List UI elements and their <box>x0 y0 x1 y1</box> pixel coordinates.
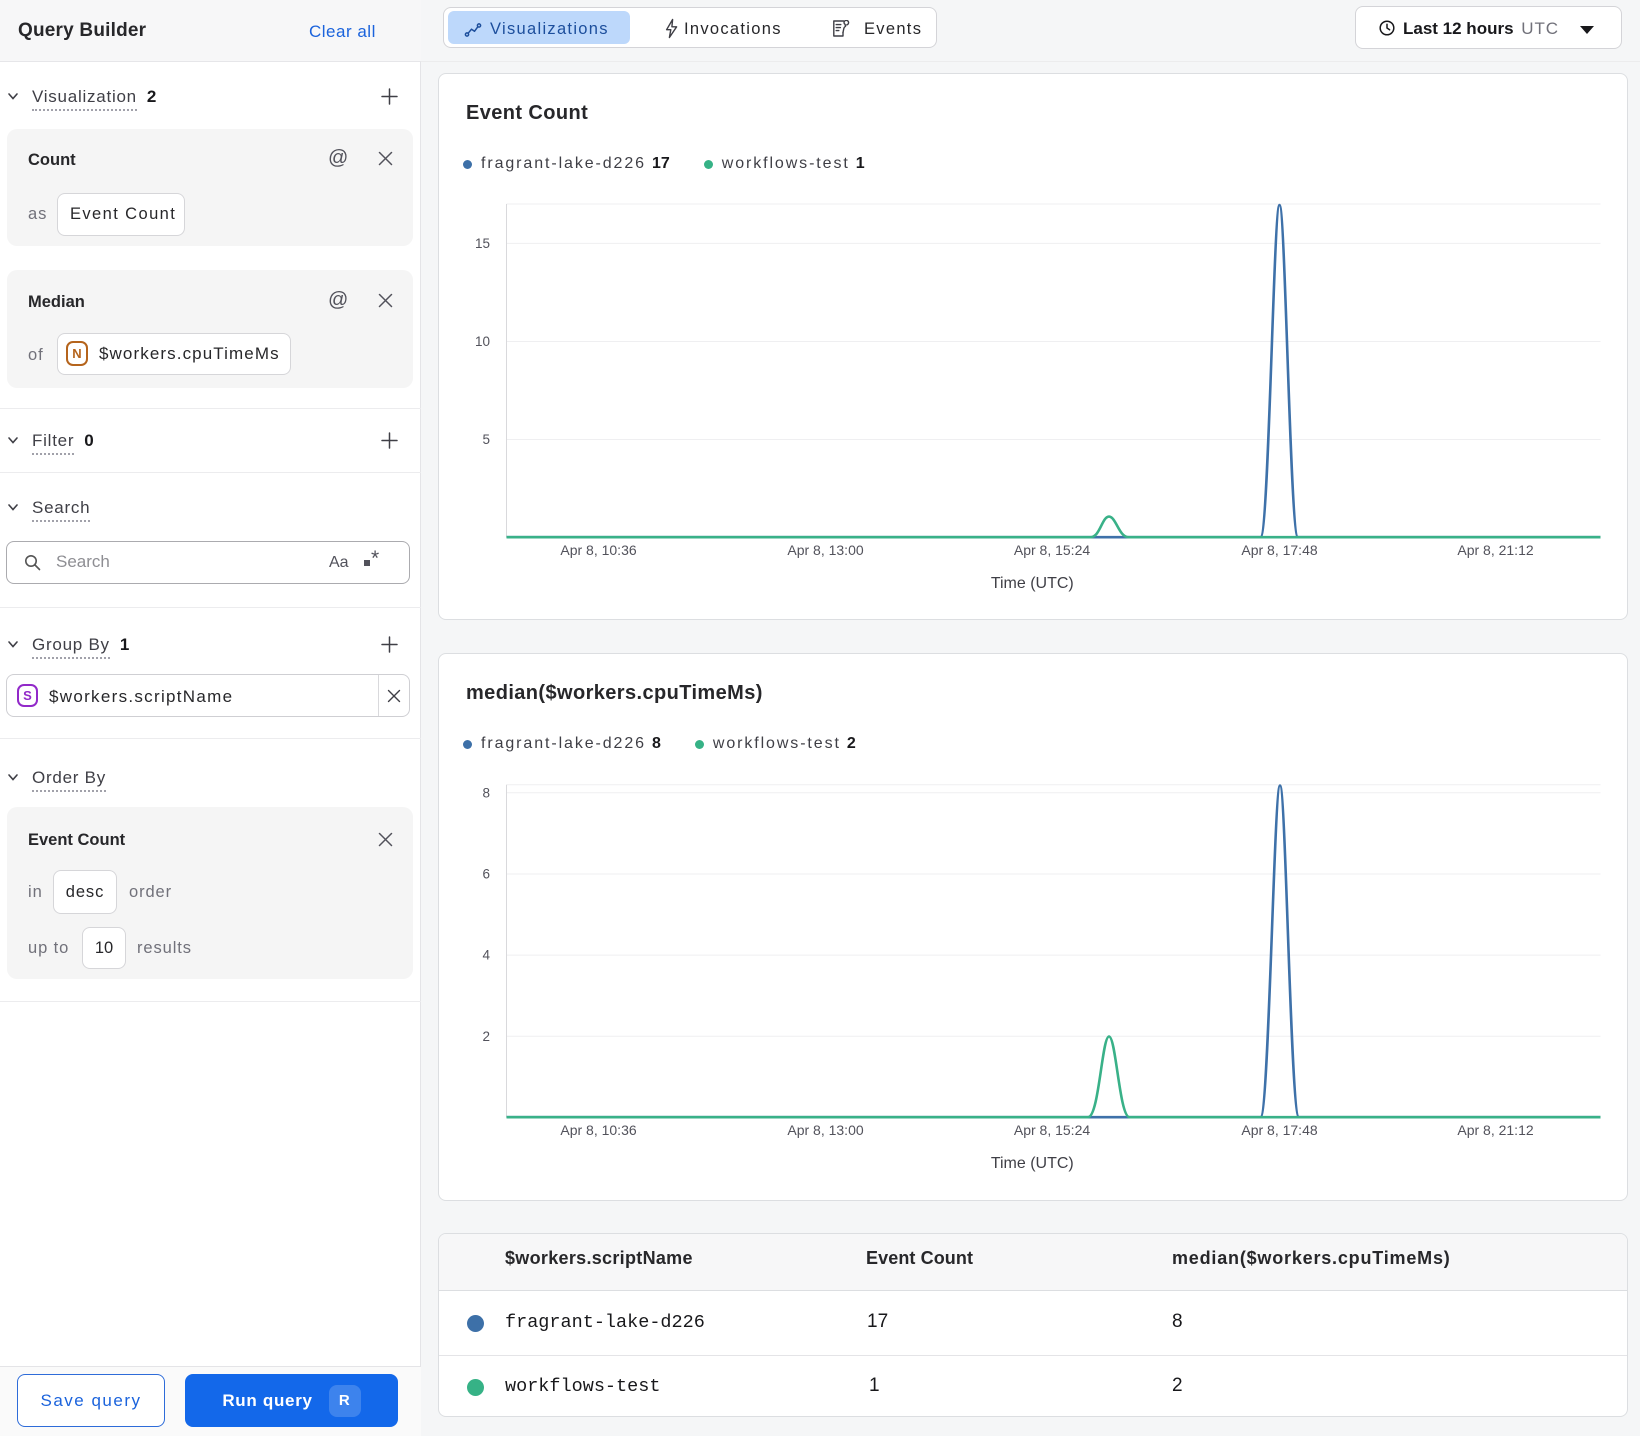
svg-text:Apr 8, 17:48: Apr 8, 17:48 <box>1241 1122 1317 1138</box>
svg-text:15: 15 <box>475 236 490 251</box>
svg-text:Apr 8, 10:36: Apr 8, 10:36 <box>560 1122 636 1138</box>
svg-text:Apr 8, 13:00: Apr 8, 13:00 <box>787 542 863 558</box>
svg-text:Apr 8, 15:24: Apr 8, 15:24 <box>1014 1122 1090 1138</box>
svg-text:Apr 8, 21:12: Apr 8, 21:12 <box>1457 1122 1533 1138</box>
svg-text:Apr 8, 15:24: Apr 8, 15:24 <box>1014 542 1090 558</box>
svg-text:Apr 8, 10:36: Apr 8, 10:36 <box>560 542 636 558</box>
svg-text:6: 6 <box>482 867 490 882</box>
svg-text:5: 5 <box>482 432 490 447</box>
svg-text:Apr 8, 21:12: Apr 8, 21:12 <box>1457 542 1533 558</box>
svg-text:Time (UTC): Time (UTC) <box>991 1155 1074 1172</box>
svg-text:2: 2 <box>482 1029 490 1044</box>
svg-text:8: 8 <box>482 786 490 801</box>
svg-text:Apr 8, 17:48: Apr 8, 17:48 <box>1241 542 1317 558</box>
svg-text:Time (UTC): Time (UTC) <box>991 575 1074 592</box>
svg-text:Apr 8, 13:00: Apr 8, 13:00 <box>787 1122 863 1138</box>
svg-text:10: 10 <box>475 334 490 349</box>
svg-text:4: 4 <box>482 948 490 963</box>
